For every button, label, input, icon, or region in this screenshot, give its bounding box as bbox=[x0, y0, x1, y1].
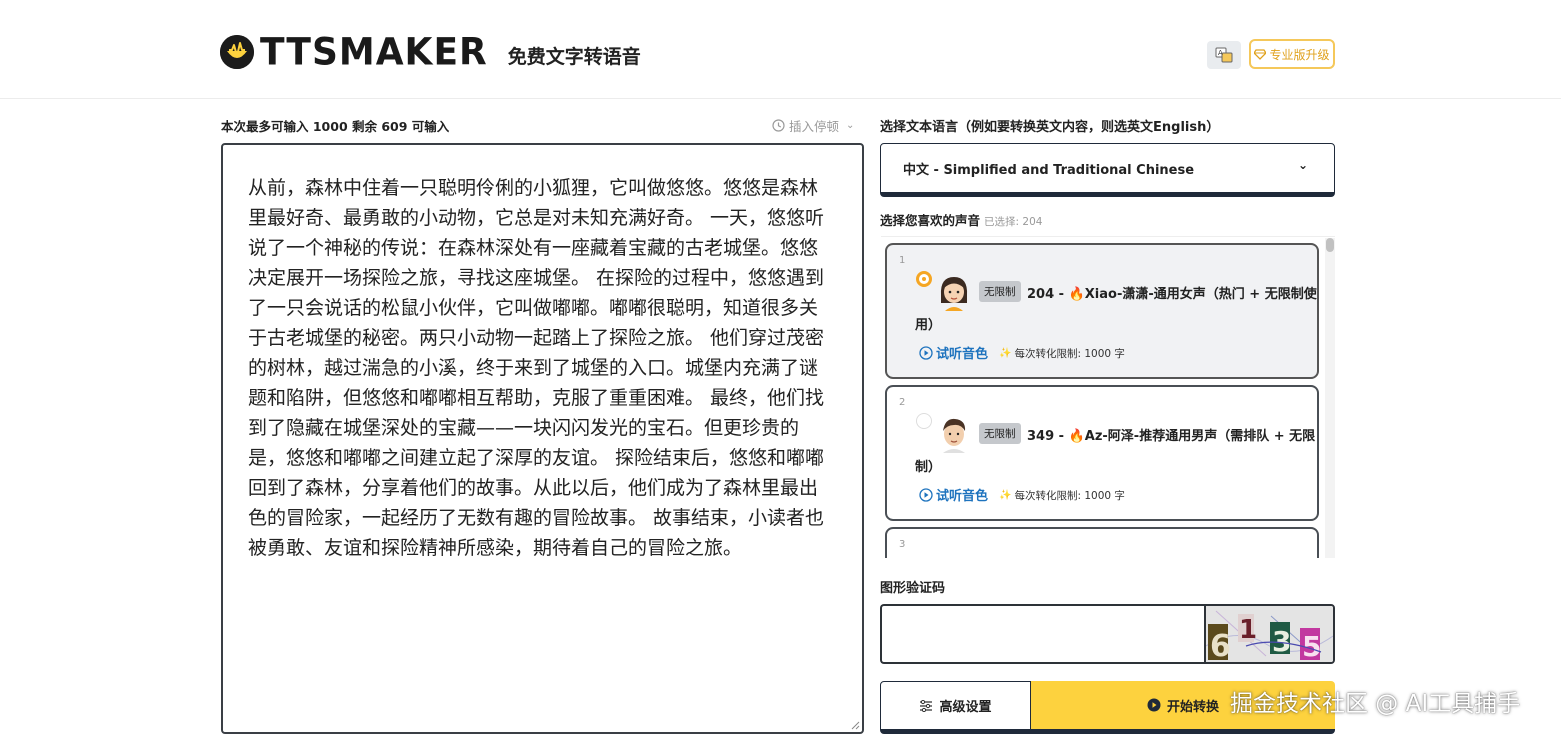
advanced-settings-label: 高级设置 bbox=[939, 700, 992, 715]
voice-card-3[interactable]: 3 bbox=[885, 527, 1319, 558]
listen-voice-button[interactable]: 试听音色 bbox=[919, 485, 988, 504]
captcha-char: 3 bbox=[1272, 625, 1291, 658]
voice-title: 204 - 🔥Xiao-潇潇-通用女声（热门 + 无限制使用） bbox=[915, 287, 1317, 333]
logo-sound-icon bbox=[220, 35, 254, 69]
conversion-limit-text: 每次转化限制: 1000 字 bbox=[1014, 490, 1125, 502]
captcha-input[interactable] bbox=[880, 604, 1204, 664]
sparkle-icon: ✨ bbox=[999, 490, 1012, 501]
advanced-settings-button[interactable]: 高级设置 bbox=[880, 681, 1031, 734]
captcha-label: 图形验证码 bbox=[880, 581, 946, 596]
clock-icon bbox=[772, 119, 785, 132]
scrollbar-thumb[interactable] bbox=[1326, 238, 1334, 252]
listen-voice-button[interactable]: 试听音色 bbox=[919, 343, 988, 362]
conversion-limit: ✨ 每次转化限制: 1000 字 bbox=[999, 346, 1125, 361]
translate-icon: A bbox=[1215, 47, 1233, 63]
chevron-down-icon: ⌄ bbox=[1297, 158, 1308, 172]
conversion-limit: ✨ 每次转化限制: 1000 字 bbox=[999, 488, 1125, 503]
voice-list[interactable]: 1 无限制 204 - 🔥Xiao-潇潇-通用女声（热门 + 无限制使用） 试听… bbox=[881, 236, 1335, 558]
captcha-char: 5 bbox=[1302, 630, 1321, 662]
play-circle-icon bbox=[919, 487, 933, 502]
voice-card-number: 2 bbox=[899, 397, 906, 408]
voice-title: 349 - 🔥Az-阿泽-推荐通用男声（需排队 + 无限制） bbox=[915, 429, 1316, 475]
voice-selected-info: 已选择: 204 bbox=[984, 216, 1043, 228]
diamond-icon bbox=[1254, 48, 1267, 60]
text-input-area[interactable]: 从前，森林中住着一只聪明伶俐的小狐狸，它叫做悠悠。悠悠是森林里最好奇、最勇敢的小… bbox=[221, 143, 864, 734]
listen-voice-label: 试听音色 bbox=[936, 489, 989, 504]
play-circle-icon bbox=[1147, 698, 1161, 712]
watermark: 掘金技术社区 @ AI工具捕手 bbox=[1230, 691, 1521, 717]
translate-button[interactable]: A bbox=[1207, 41, 1241, 69]
insert-pause-label: 插入停顿 bbox=[789, 119, 840, 134]
listen-voice-label: 试听音色 bbox=[936, 347, 989, 362]
chevron-down-icon: ⌄ bbox=[846, 120, 855, 131]
voice-card-number: 3 bbox=[899, 539, 906, 550]
logo[interactable]: TTSMAKER 免费文字转语音 bbox=[220, 30, 641, 74]
pro-upgrade-button[interactable]: 专业版升级 bbox=[1249, 39, 1335, 69]
voice-select-label-text: 选择您喜欢的声音 bbox=[880, 213, 981, 228]
pro-upgrade-label: 专业版升级 bbox=[1269, 47, 1330, 62]
insert-pause-button[interactable]: 插入停顿 ⌄ bbox=[772, 116, 854, 135]
resize-handle-icon[interactable] bbox=[850, 720, 860, 730]
voice-card-349[interactable]: 2 无限制 349 - 🔥Az-阿泽-推荐通用男声（需排队 + 无限制） 试听音… bbox=[885, 385, 1319, 521]
voice-select-label: 选择您喜欢的声音 已选择: 204 bbox=[880, 210, 1042, 229]
logo-text: TTSMAKER bbox=[260, 30, 488, 74]
sliders-icon bbox=[920, 699, 933, 712]
voice-list-scrollbar[interactable] bbox=[1325, 238, 1335, 558]
conversion-limit-text: 每次转化限制: 1000 字 bbox=[1014, 348, 1125, 360]
captcha-char: 1 bbox=[1239, 615, 1257, 645]
char-limit-text: 本次最多可输入 1000 剩余 609 可输入 bbox=[221, 119, 450, 134]
sparkle-icon: ✨ bbox=[999, 348, 1012, 359]
site-header: TTSMAKER 免费文字转语音 A 专业版升级 bbox=[0, 0, 1561, 99]
voice-card-number: 1 bbox=[899, 255, 906, 266]
language-select[interactable]: 中文 - Simplified and Traditional Chinese … bbox=[880, 143, 1335, 197]
play-circle-icon bbox=[919, 345, 933, 360]
language-select-label: 选择文本语言（例如要转换英文内容，则选英文English） bbox=[880, 120, 1220, 135]
svg-text:A: A bbox=[1218, 49, 1223, 57]
language-selected-value: 中文 - Simplified and Traditional Chinese bbox=[903, 162, 1195, 178]
logo-subtitle: 免费文字转语音 bbox=[507, 45, 641, 68]
captcha-image[interactable]: 6 1 3 5 bbox=[1204, 604, 1335, 664]
start-convert-label: 开始转换 bbox=[1166, 699, 1219, 715]
text-input-content: 从前，森林中住着一只聪明伶俐的小狐狸，它叫做悠悠。悠悠是森林里最好奇、最勇敢的小… bbox=[248, 177, 825, 559]
captcha-char: 6 bbox=[1210, 629, 1231, 662]
voice-card-204[interactable]: 1 无限制 204 - 🔥Xiao-潇潇-通用女声（热门 + 无限制使用） 试听… bbox=[885, 243, 1319, 379]
